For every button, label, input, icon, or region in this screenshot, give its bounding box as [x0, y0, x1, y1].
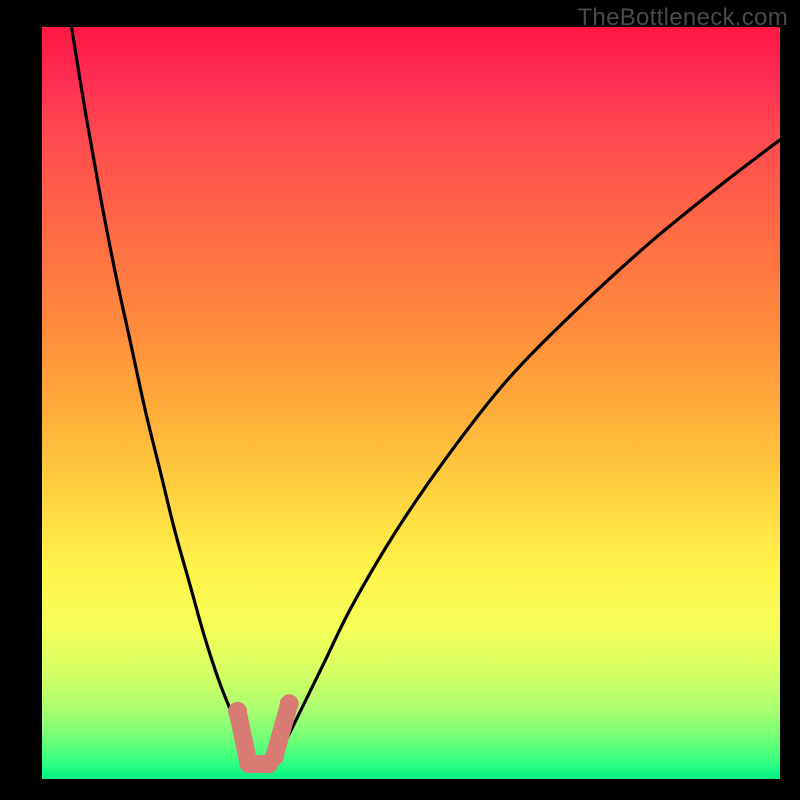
curve-svg — [42, 27, 780, 779]
marker-group — [229, 695, 299, 773]
plot-area — [42, 27, 780, 779]
marker-dot — [280, 695, 298, 713]
chart-frame: TheBottleneck.com — [0, 0, 800, 800]
bottleneck-curve — [72, 27, 780, 765]
